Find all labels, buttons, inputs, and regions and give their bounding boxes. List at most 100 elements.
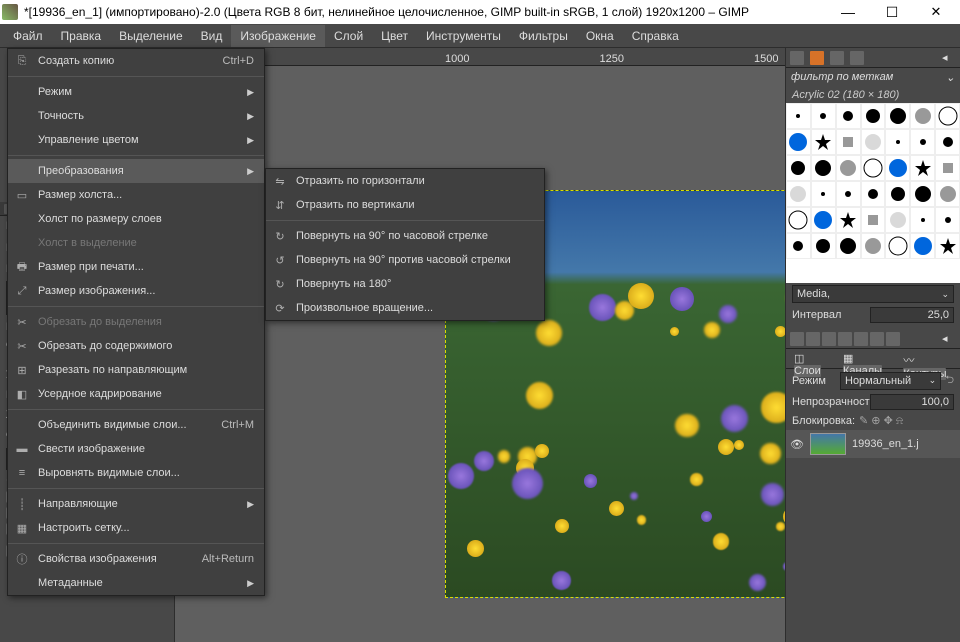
menu-цвет[interactable]: Цвет: [372, 25, 417, 47]
brush-item[interactable]: [910, 233, 935, 259]
menu-item[interactable]: ↻Повернуть на 180°: [266, 272, 544, 296]
brush-item[interactable]: [786, 129, 811, 155]
menu-item[interactable]: Метаданные▶: [8, 571, 264, 595]
brush-item[interactable]: [885, 129, 910, 155]
brush-item[interactable]: [935, 155, 960, 181]
brush-item[interactable]: [885, 181, 910, 207]
brush-item[interactable]: [935, 103, 960, 129]
menu-item[interactable]: Точность▶: [8, 104, 264, 128]
menu-item[interactable]: ◧Усердное кадрирование: [8, 382, 264, 406]
layer-thumbnail[interactable]: [810, 433, 846, 455]
brush-item[interactable]: [786, 207, 811, 233]
menu-item-icon: ↻: [272, 276, 288, 292]
brush-item[interactable]: [885, 207, 910, 233]
menu-item[interactable]: ≡Выровнять видимые слои...: [8, 461, 264, 485]
brush-item[interactable]: [910, 207, 935, 233]
brush-item[interactable]: [786, 155, 811, 181]
brush-item[interactable]: [836, 233, 861, 259]
layer-dock-tabs[interactable]: ◫ Слои ▦ Каналы 〰 Контуры: [786, 349, 960, 369]
menu-item[interactable]: ⤢Размер изображения...: [8, 279, 264, 303]
menu-слой[interactable]: Слой: [325, 25, 372, 47]
menu-item[interactable]: ┊Направляющие▶: [8, 492, 264, 516]
brush-item[interactable]: [935, 233, 960, 259]
menu-item[interactable]: ▬Свести изображение: [8, 437, 264, 461]
menu-фильтры[interactable]: Фильтры: [510, 25, 577, 47]
brush-item[interactable]: [811, 129, 836, 155]
brush-item[interactable]: [836, 103, 861, 129]
menu-файл[interactable]: Файл: [4, 25, 52, 47]
menu-item[interactable]: Режим▶: [8, 80, 264, 104]
menu-item[interactable]: ↺Повернуть на 90° против часовой стрелки: [266, 248, 544, 272]
brush-item[interactable]: [811, 181, 836, 207]
brush-item[interactable]: [910, 103, 935, 129]
brush-item[interactable]: [836, 181, 861, 207]
brush-filter-input[interactable]: фильтр по меткам: [791, 71, 893, 83]
menu-item[interactable]: ↻Повернуть на 90° по часовой стрелке: [266, 224, 544, 248]
media-combo[interactable]: Media,⌄: [792, 285, 954, 303]
menu-вид[interactable]: Вид: [192, 25, 232, 47]
brush-item[interactable]: [935, 207, 960, 233]
layer-row[interactable]: 👁 19936_en_1.j: [786, 430, 960, 458]
brush-item[interactable]: [885, 233, 910, 259]
brush-item[interactable]: [786, 103, 811, 129]
brush-item[interactable]: [861, 129, 886, 155]
menu-item[interactable]: Управление цветом▶: [8, 128, 264, 152]
brush-item[interactable]: [786, 233, 811, 259]
menu-item[interactable]: 🖶Размер при печати...: [8, 255, 264, 279]
brush-item[interactable]: [935, 181, 960, 207]
r-interval-input[interactable]: 25,0: [870, 307, 954, 323]
brush-item[interactable]: [935, 129, 960, 155]
layer-opacity-input[interactable]: 100,0: [870, 394, 954, 410]
menu-item[interactable]: ⇵Отразить по вертикали: [266, 193, 544, 217]
menu-item[interactable]: ▭Размер холста...: [8, 183, 264, 207]
menu-выделение[interactable]: Выделение: [110, 25, 192, 47]
brush-item[interactable]: [836, 129, 861, 155]
brush-item[interactable]: [861, 207, 886, 233]
brush-item[interactable]: [861, 103, 886, 129]
brush-item[interactable]: [786, 181, 811, 207]
menu-правка[interactable]: Правка: [52, 25, 111, 47]
brush-item[interactable]: [885, 103, 910, 129]
menu-item[interactable]: ⊞Разрезать по направляющим: [8, 358, 264, 382]
brush-item[interactable]: [861, 233, 886, 259]
brush-grid[interactable]: [786, 103, 960, 283]
menu-item-label: Размер изображения...: [38, 285, 254, 297]
close-button[interactable]: ✕: [914, 0, 958, 24]
menu-item[interactable]: ⓘСвойства изображенияAlt+Return: [8, 547, 264, 571]
menu-image-dropdown[interactable]: ⎘Создать копиюCtrl+D Режим▶Точность▶Управ…: [7, 48, 265, 596]
minimize-button[interactable]: —: [826, 0, 870, 24]
brush-item[interactable]: [811, 155, 836, 181]
submenu-transform[interactable]: ⇋Отразить по горизонтали⇵Отразить по вер…: [265, 168, 545, 321]
menu-item[interactable]: Объединить видимые слои...Ctrl+M: [8, 413, 264, 437]
menu-item[interactable]: ⎘Создать копиюCtrl+D: [8, 49, 264, 73]
menu-инструменты[interactable]: Инструменты: [417, 25, 510, 47]
menu-item[interactable]: Холст по размеру слоев: [8, 207, 264, 231]
maximize-button[interactable]: ☐: [870, 0, 914, 24]
menu-item[interactable]: ⟳Произвольное вращение...: [266, 296, 544, 320]
brush-item[interactable]: [811, 233, 836, 259]
menu-item[interactable]: ▦Настроить сетку...: [8, 516, 264, 540]
brush-item[interactable]: [811, 103, 836, 129]
brush-item[interactable]: [811, 207, 836, 233]
brush-item[interactable]: [861, 155, 886, 181]
brush-item[interactable]: [861, 181, 886, 207]
layer-mode-combo[interactable]: Нормальный⌄: [840, 372, 941, 390]
menu-item[interactable]: Преобразования▶: [8, 159, 264, 183]
menu-окна[interactable]: Окна: [577, 25, 623, 47]
menu-справка[interactable]: Справка: [623, 25, 688, 47]
brush-item[interactable]: [885, 155, 910, 181]
menu-item-icon: [14, 235, 30, 251]
brush-item[interactable]: [910, 181, 935, 207]
bottom-dock-buttons[interactable]: ◂: [786, 329, 960, 349]
brush-item[interactable]: [910, 155, 935, 181]
menu-item[interactable]: ⇋Отразить по горизонтали: [266, 169, 544, 193]
brush-dock-tabs[interactable]: ◂: [786, 48, 960, 68]
layer-name[interactable]: 19936_en_1.j: [852, 438, 919, 450]
brush-item[interactable]: [836, 155, 861, 181]
visibility-icon[interactable]: 👁: [790, 438, 804, 451]
brush-item[interactable]: [836, 207, 861, 233]
canvas-area[interactable]: 1000125015001750: [175, 48, 785, 642]
menu-изображение[interactable]: Изображение: [231, 25, 325, 47]
menu-item[interactable]: ✂Обрезать до содержимого: [8, 334, 264, 358]
brush-item[interactable]: [910, 129, 935, 155]
